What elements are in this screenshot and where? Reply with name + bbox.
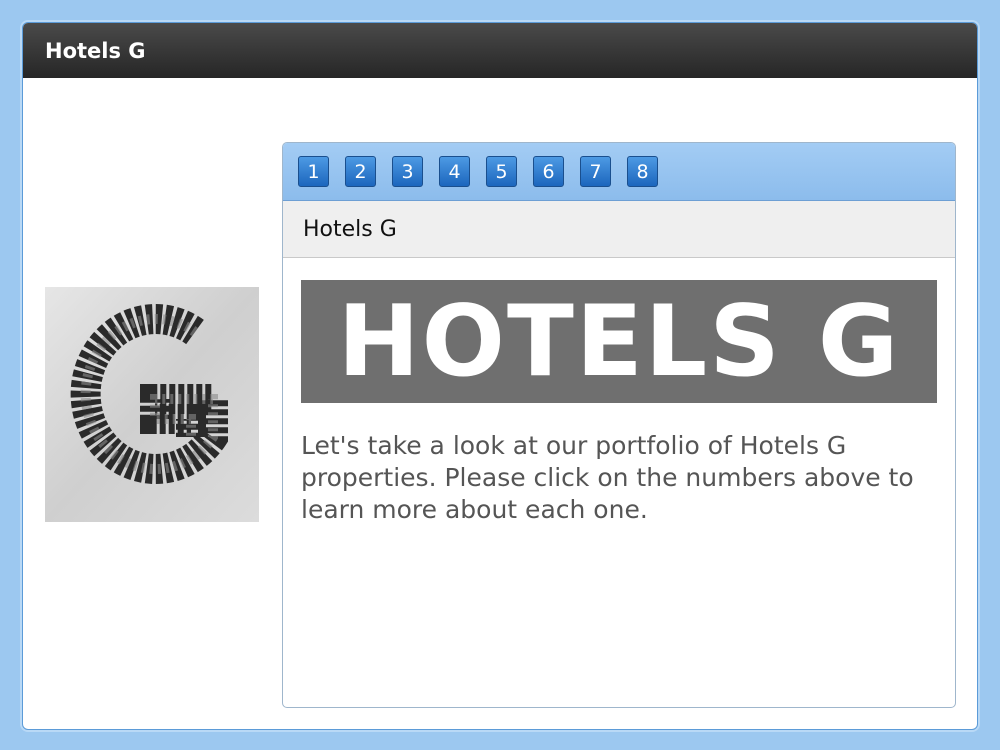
app-window: Hotels G 1 2 3 4 5 6 7 8 Hotels G HOTELS… — [22, 22, 978, 730]
window-title: Hotels G — [45, 38, 146, 63]
hotels-g-logo-image — [45, 287, 259, 522]
panel-subtitle: Hotels G — [303, 216, 397, 242]
number-tab-strip: 1 2 3 4 5 6 7 8 — [283, 143, 955, 201]
hotels-g-banner: HOTELS G — [301, 280, 937, 403]
number-button-7[interactable]: 7 — [580, 156, 611, 187]
panel-description: Let's take a look at our portfolio of Ho… — [301, 431, 914, 524]
number-button-5[interactable]: 5 — [486, 156, 517, 187]
content-panel: 1 2 3 4 5 6 7 8 Hotels G HOTELS G Let's … — [282, 142, 956, 708]
number-button-2[interactable]: 2 — [345, 156, 376, 187]
title-bar: Hotels G — [23, 23, 977, 78]
number-button-6[interactable]: 6 — [533, 156, 564, 187]
number-button-4[interactable]: 4 — [439, 156, 470, 187]
number-button-8[interactable]: 8 — [627, 156, 658, 187]
number-button-3[interactable]: 3 — [392, 156, 423, 187]
hotels-g-collage-logo-icon — [45, 287, 259, 522]
panel-subheader: Hotels G — [283, 201, 955, 258]
number-button-1[interactable]: 1 — [298, 156, 329, 187]
banner-text: HOTELS G — [337, 284, 901, 399]
